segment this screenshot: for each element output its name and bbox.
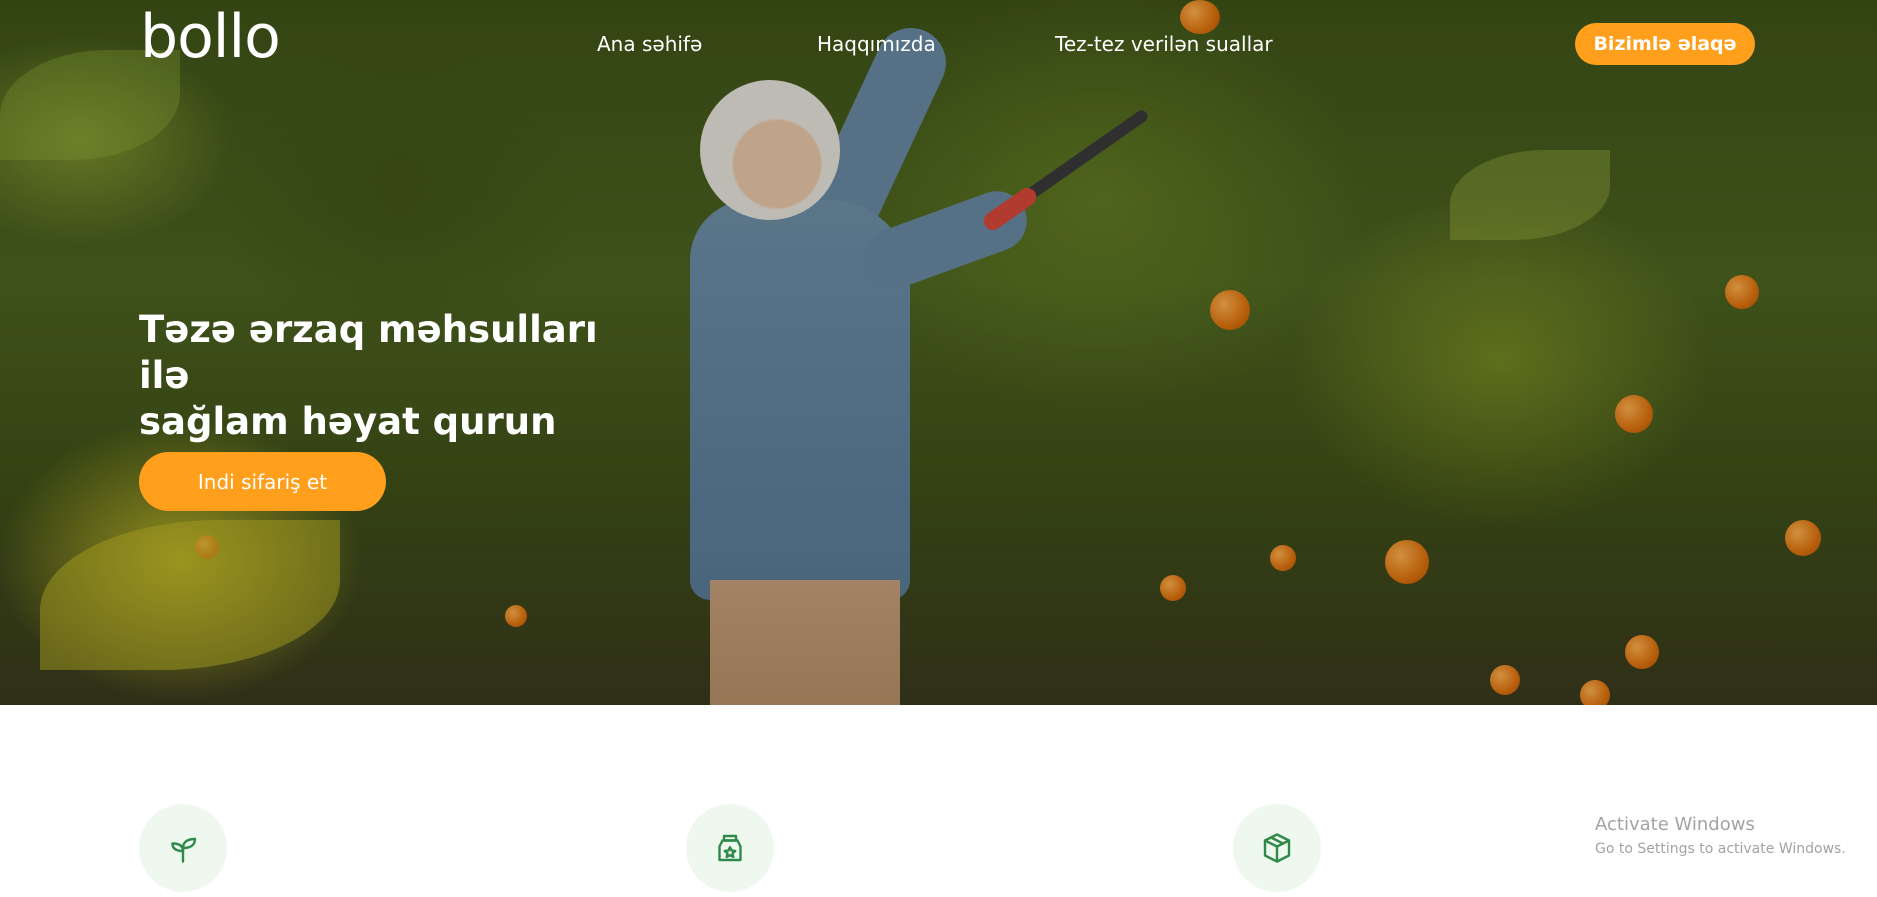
feature-sprout <box>139 804 227 892</box>
watermark-title: Activate Windows <box>1595 814 1755 835</box>
nav-link-faq[interactable]: Tez-tez verilən suallar <box>1055 32 1273 56</box>
feature-badge <box>686 804 774 892</box>
hero-title-line2: sağlam həyat qurun <box>139 400 557 443</box>
logo[interactable]: bollo <box>140 2 281 72</box>
badge-star-icon <box>718 834 742 862</box>
hero-title-line1: Təzə ərzaq məhsulları ilə <box>139 308 598 397</box>
sprout-icon <box>171 837 197 863</box>
nav-link-about[interactable]: Haqqımızda <box>817 32 936 56</box>
order-now-button[interactable]: Indi sifariş et <box>139 452 386 511</box>
nav-link-home[interactable]: Ana səhifə <box>597 32 702 56</box>
box-icon <box>1263 833 1291 863</box>
watermark-subtitle: Go to Settings to activate Windows. <box>1595 841 1846 857</box>
hero-title: Təzə ərzaq məhsulları ilə sağlam həyat q… <box>139 307 659 445</box>
contact-button[interactable]: Bizimlə əlaqə <box>1575 23 1755 65</box>
windows-activation-watermark: Activate Windows Go to Settings to activ… <box>1595 814 1846 857</box>
feature-box <box>1233 804 1321 892</box>
